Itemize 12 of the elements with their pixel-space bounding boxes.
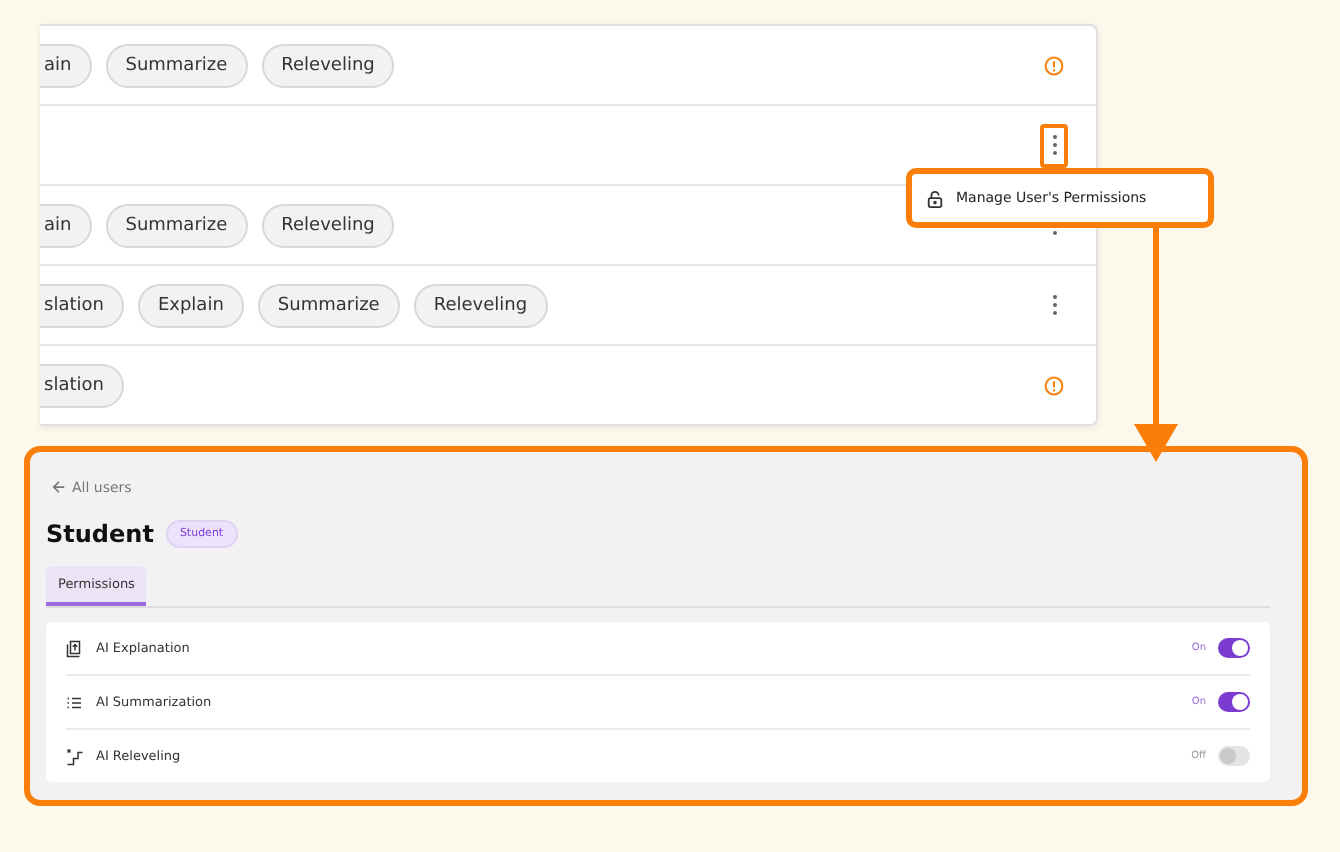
feature-tag: ain: [40, 43, 92, 87]
feature-tag: Releveling: [261, 43, 395, 87]
feature-tag: Summarize: [105, 203, 248, 247]
feature-tag: slation: [40, 283, 124, 327]
feature-tag: ain: [40, 203, 92, 247]
feature-tag: Explain: [137, 283, 244, 327]
feature-tag: Releveling: [413, 283, 548, 327]
page-title: Student: [46, 520, 154, 548]
feature-tag: Releveling: [261, 203, 395, 247]
feature-tag: slation: [40, 363, 124, 407]
feature-tag: Summarize: [105, 43, 248, 87]
feature-tag: Summarize: [257, 283, 400, 327]
